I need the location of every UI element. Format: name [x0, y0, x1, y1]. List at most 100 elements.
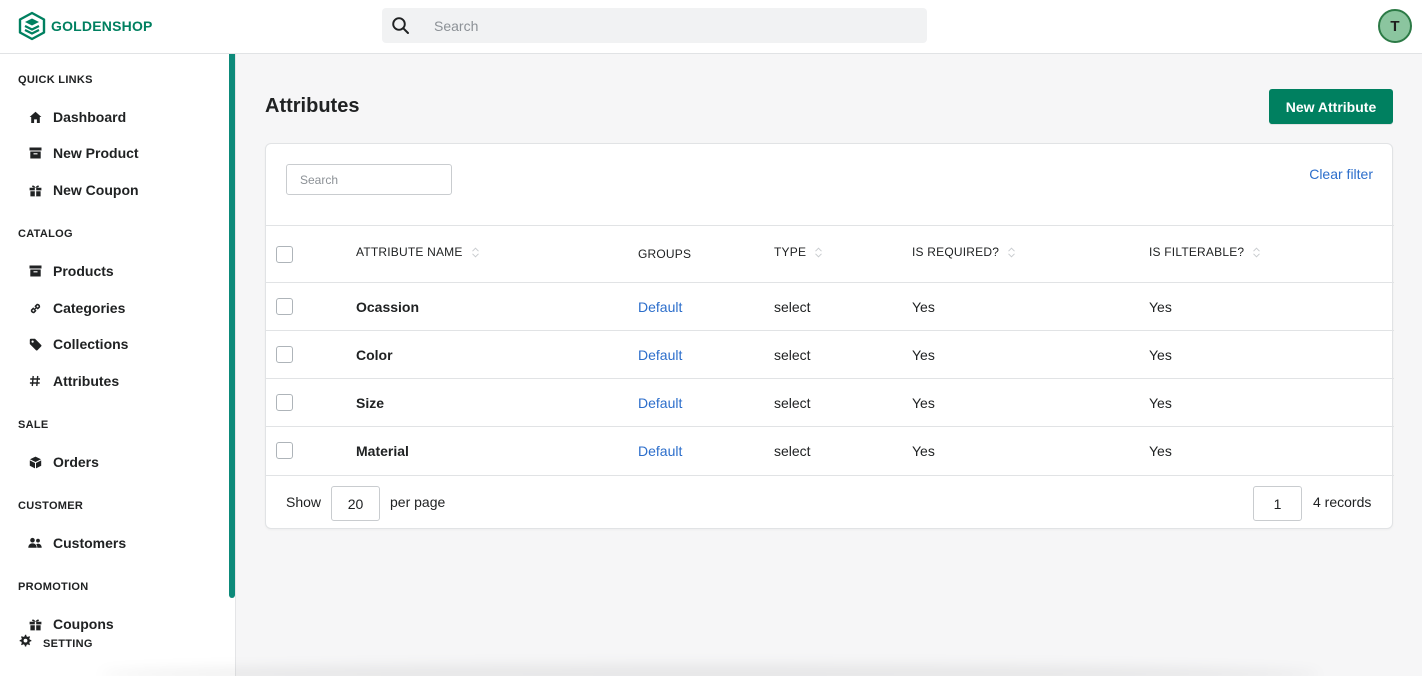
is-required-cell: Yes [912, 346, 935, 363]
is-filterable-cell: Yes [1149, 442, 1172, 459]
sidebar-item-new-coupon[interactable]: New Coupon [28, 180, 139, 200]
column-header-is-required[interactable]: IS REQUIRED? [912, 224, 1016, 280]
brand-name: GOLDENSHOP [51, 18, 153, 34]
row-checkbox[interactable] [276, 394, 293, 411]
table-row[interactable]: Color Default select Yes Yes [266, 330, 1394, 378]
sidebar-item-attributes[interactable]: Attributes [28, 371, 119, 391]
type-cell: select [774, 346, 811, 363]
attribute-name-link[interactable]: Ocassion [356, 283, 419, 330]
sidebar-item-dashboard[interactable]: Dashboard [28, 107, 126, 127]
archive-icon [28, 264, 42, 278]
records-count: 4 records [1313, 494, 1372, 510]
column-header-type[interactable]: TYPE [774, 224, 823, 280]
is-filterable-cell: Yes [1149, 394, 1172, 411]
brand-logo[interactable]: GOLDENSHOP [18, 11, 153, 41]
top-bar: GOLDENSHOP T [0, 0, 1422, 54]
select-all-cell [276, 226, 293, 282]
sidebar-section-quick-links: QUICK LINKS [18, 74, 93, 86]
sidebar-item-label: Orders [53, 454, 99, 470]
row-checkbox[interactable] [276, 346, 293, 363]
group-link[interactable]: Default [638, 283, 682, 330]
user-avatar[interactable]: T [1378, 9, 1412, 43]
sidebar-section-sale: SALE [18, 419, 49, 431]
sidebar-item-label: Customers [53, 535, 127, 551]
page-title: Attributes [265, 95, 360, 117]
is-filterable-cell: Yes [1149, 346, 1172, 363]
is-required-cell: Yes [912, 394, 935, 411]
sidebar-item-categories[interactable]: Categories [28, 298, 125, 318]
row-checkbox[interactable] [276, 442, 293, 459]
per-page-label: per page [390, 494, 446, 510]
global-search-input[interactable] [434, 8, 914, 43]
table-pagination: Show per page 4 records [266, 475, 1394, 530]
setting-label: SETTING [43, 637, 93, 650]
sort-icon [471, 246, 479, 258]
sidebar-item-label: New Product [53, 145, 139, 161]
sidebar-item-collections[interactable]: Collections [28, 334, 128, 354]
sidebar-section-customer: CUSTOMER [18, 500, 84, 512]
gear-icon [18, 634, 32, 653]
hash-icon [28, 374, 42, 388]
attribute-search-input[interactable] [286, 164, 452, 195]
clear-filter-link[interactable]: Clear filter [1309, 166, 1373, 182]
attributes-card: Clear filter ATTRIBUTE NAME GROUPS TYPE … [265, 143, 1394, 530]
is-filterable-cell: Yes [1149, 298, 1172, 315]
page-number-input[interactable] [1253, 486, 1302, 521]
table-row[interactable]: Material Default select Yes Yes [266, 426, 1394, 474]
group-link[interactable]: Default [638, 427, 682, 474]
type-cell: select [774, 394, 811, 411]
bottom-shadow [100, 664, 1320, 676]
sidebar-item-label: Attributes [53, 373, 120, 389]
is-required-cell: Yes [912, 298, 935, 315]
column-header-attribute-name[interactable]: ATTRIBUTE NAME [356, 224, 480, 280]
select-all-checkbox[interactable] [276, 245, 293, 263]
row-select-cell [276, 379, 293, 426]
sidebar-item-customers[interactable]: Customers [28, 533, 126, 553]
attributes-table: ATTRIBUTE NAME GROUPS TYPE IS REQUIRED? … [266, 225, 1394, 474]
sidebar-section-promotion: PROMOTION [18, 581, 89, 593]
home-icon [28, 110, 42, 124]
per-page-input[interactable] [331, 486, 380, 521]
archive-icon [28, 146, 42, 160]
sidebar-item-label: Coupons [53, 616, 114, 632]
attribute-name-link[interactable]: Material [356, 427, 409, 474]
row-select-cell [276, 427, 293, 474]
sidebar-item-label: Categories [53, 300, 126, 316]
sidebar-item-new-product[interactable]: New Product [28, 143, 139, 163]
sidebar-item-products[interactable]: Products [28, 261, 114, 281]
table-row[interactable]: Size Default select Yes Yes [266, 378, 1394, 426]
sort-icon [1253, 246, 1261, 258]
sidebar-scrollbar-thumb[interactable] [229, 54, 235, 598]
sidebar-item-coupons[interactable]: Coupons [28, 614, 114, 634]
users-icon [28, 536, 42, 550]
group-link[interactable]: Default [638, 379, 682, 426]
table-row[interactable]: Ocassion Default select Yes Yes [266, 282, 1394, 330]
attribute-name-link[interactable]: Size [356, 379, 384, 426]
type-cell: select [774, 442, 811, 459]
link-icon [28, 301, 42, 315]
gift-icon [28, 183, 42, 197]
type-cell: select [774, 298, 811, 315]
attribute-name-link[interactable]: Color [356, 331, 393, 378]
group-link[interactable]: Default [638, 331, 682, 378]
row-checkbox[interactable] [276, 298, 293, 315]
sidebar-item-orders[interactable]: Orders [28, 452, 99, 472]
sidebar-item-label: Products [53, 263, 114, 279]
sidebar-item-setting[interactable]: SETTING [18, 634, 93, 653]
column-header-is-filterable[interactable]: IS FILTERABLE? [1149, 224, 1261, 280]
sidebar-item-label: New Coupon [53, 182, 139, 198]
tag-icon [28, 337, 42, 351]
sidebar: QUICK LINKS Dashboard New Product New Co… [0, 54, 236, 676]
column-header-groups: GROUPS [638, 247, 692, 261]
row-select-cell [276, 331, 293, 378]
sidebar-item-label: Dashboard [53, 109, 127, 125]
logo-icon [18, 11, 46, 41]
box-icon [28, 455, 42, 469]
sidebar-item-label: Collections [53, 336, 129, 352]
row-select-cell [276, 283, 293, 330]
show-label: Show [286, 494, 322, 510]
is-required-cell: Yes [912, 442, 935, 459]
global-search [382, 8, 927, 43]
sort-icon [815, 246, 823, 258]
new-attribute-button[interactable]: New Attribute [1269, 89, 1393, 124]
